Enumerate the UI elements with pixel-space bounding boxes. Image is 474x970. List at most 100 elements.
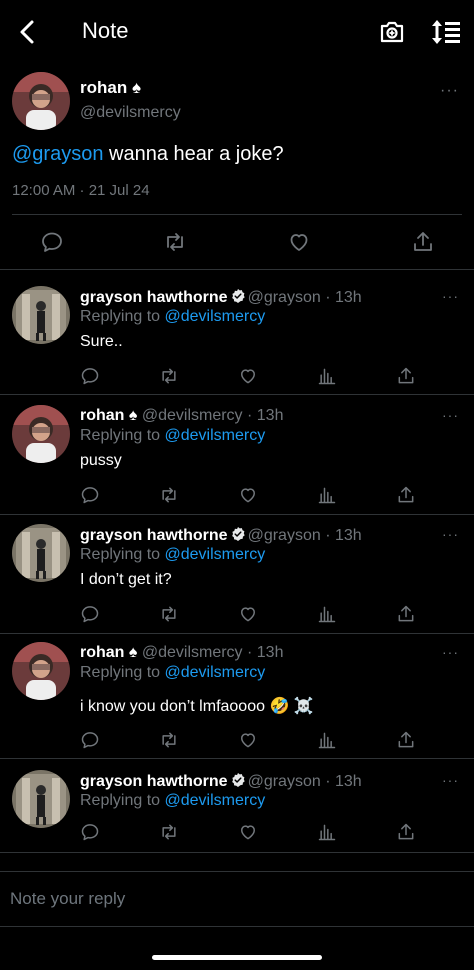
reply-icon[interactable] [80,485,100,505]
like-icon[interactable] [238,366,258,386]
avatar[interactable] [12,72,70,130]
like-icon[interactable] [238,730,258,750]
share-icon[interactable] [396,485,416,505]
share-icon[interactable] [396,822,416,842]
replying-to: Replying to @devilsmercy [80,792,265,810]
sort-button[interactable] [430,18,462,46]
reply-icon[interactable] [80,822,100,842]
like-icon[interactable] [238,485,258,505]
more-options-button[interactable]: ··· [442,644,459,660]
reply-meta: @grayson · 13h [247,289,362,306]
author-name[interactable]: rohan ♠ [80,78,141,98]
replying-to-link[interactable]: @devilsmercy [165,546,266,563]
reply-text: I don’t get it? [80,571,172,588]
avatar[interactable] [12,405,70,463]
replying-to: Replying to @devilsmercy [80,427,265,445]
page-title: Note [82,18,129,43]
retweet-icon[interactable] [159,730,179,750]
more-options-button[interactable]: ··· [440,82,459,100]
author-name[interactable]: grayson hawthorne [80,773,228,790]
like-icon[interactable] [287,230,311,254]
reply-author: rohan ♠ @devilsmercy · 13h [80,407,283,425]
reply-icon[interactable] [80,730,100,750]
reply-item[interactable]: grayson hawthorne @grayson · 13h ··· Repl… [0,270,474,394]
replying-to: Replying to @devilsmercy [80,664,265,682]
divider [12,214,462,215]
stats-icon[interactable] [317,822,337,842]
retweet-icon[interactable] [163,230,187,254]
retweet-icon[interactable] [159,822,179,842]
share-icon[interactable] [396,730,416,750]
reply-meta: @grayson · 13h [247,773,362,790]
like-icon[interactable] [238,604,258,624]
reply-meta: @grayson · 13h [247,527,362,544]
more-options-button[interactable]: ··· [442,526,459,542]
reply-placeholder: Note your reply [10,889,126,908]
more-options-button[interactable]: ··· [442,288,459,304]
author-name[interactable]: rohan ♠ [80,644,137,661]
like-icon[interactable] [238,822,258,842]
reply-item[interactable]: rohan ♠ @devilsmercy · 13h ··· Replying … [0,389,474,513]
avatar[interactable] [12,524,70,582]
reply-text: i know you don’t lmfaoooo 🤣 ☠️ [80,698,314,715]
author-handle: @devilsmercy [80,104,181,121]
replying-to-link[interactable]: @devilsmercy [165,664,266,681]
home-indicator[interactable] [152,955,322,960]
reply-author: grayson hawthorne @grayson · 13h [80,288,362,307]
mention-link[interactable]: @grayson [12,143,103,165]
reply-icon[interactable] [80,366,100,386]
camera-icon [380,21,404,43]
replying-label: Replying to [80,664,161,681]
divider [0,926,474,927]
replying-to-link[interactable]: @devilsmercy [165,792,266,809]
retweet-icon[interactable] [159,485,179,505]
reply-icon[interactable] [40,230,64,254]
reply-meta: @devilsmercy · 13h [141,407,284,424]
author-name[interactable]: grayson hawthorne [80,289,228,306]
avatar[interactable] [12,642,70,700]
share-icon[interactable] [396,366,416,386]
back-chevron-icon [20,20,34,44]
author-name[interactable]: rohan ♠ [80,407,137,424]
post-body: wanna hear a joke? [103,143,284,165]
replying-to-link[interactable]: @devilsmercy [165,427,266,444]
reply-item[interactable]: grayson hawthorne @grayson · 13h ··· Repl… [0,508,474,632]
replying-to: Replying to @devilsmercy [80,546,265,564]
reply-author: grayson hawthorne @grayson · 13h [80,526,362,545]
reply-author: grayson hawthorne @grayson · 13h [80,772,362,791]
reply-meta: @devilsmercy · 13h [141,644,284,661]
reply-item[interactable]: grayson hawthorne @grayson · 13h ··· Repl… [0,754,474,850]
avatar[interactable] [12,286,70,344]
verified-badge-icon [230,772,246,788]
author-name[interactable]: grayson hawthorne [80,527,228,544]
stats-icon[interactable] [317,366,337,386]
retweet-icon[interactable] [159,604,179,624]
reply-author: rohan ♠ @devilsmercy · 13h [80,644,283,662]
reply-text: pussy [80,452,122,469]
share-icon[interactable] [396,604,416,624]
camera-button[interactable] [378,18,406,46]
back-button[interactable] [14,18,40,46]
more-options-button[interactable]: ··· [442,772,459,788]
main-post: rohan ♠ @devilsmercy ··· @grayson wanna … [0,64,474,270]
sort-icon [432,20,460,44]
avatar[interactable] [12,770,70,828]
retweet-icon[interactable] [159,366,179,386]
reply-text: Sure.. [80,333,123,350]
replying-to: Replying to @devilsmercy [80,308,265,326]
more-options-button[interactable]: ··· [442,407,459,423]
reply-input[interactable]: Note your reply [0,872,474,928]
post-timestamp: 12:00 AM · 21 Jul 24 [12,182,150,199]
stats-icon[interactable] [317,604,337,624]
verified-badge-icon [230,288,246,304]
replying-label: Replying to [80,792,161,809]
reply-icon[interactable] [80,604,100,624]
stats-icon[interactable] [317,730,337,750]
replying-label: Replying to [80,427,161,444]
replying-label: Replying to [80,546,161,563]
share-icon[interactable] [411,230,435,254]
stats-icon[interactable] [317,485,337,505]
replying-to-link[interactable]: @devilsmercy [165,308,266,325]
reply-item[interactable]: rohan ♠ @devilsmercy · 13h ··· Replying … [0,626,474,754]
replying-label: Replying to [80,308,161,325]
